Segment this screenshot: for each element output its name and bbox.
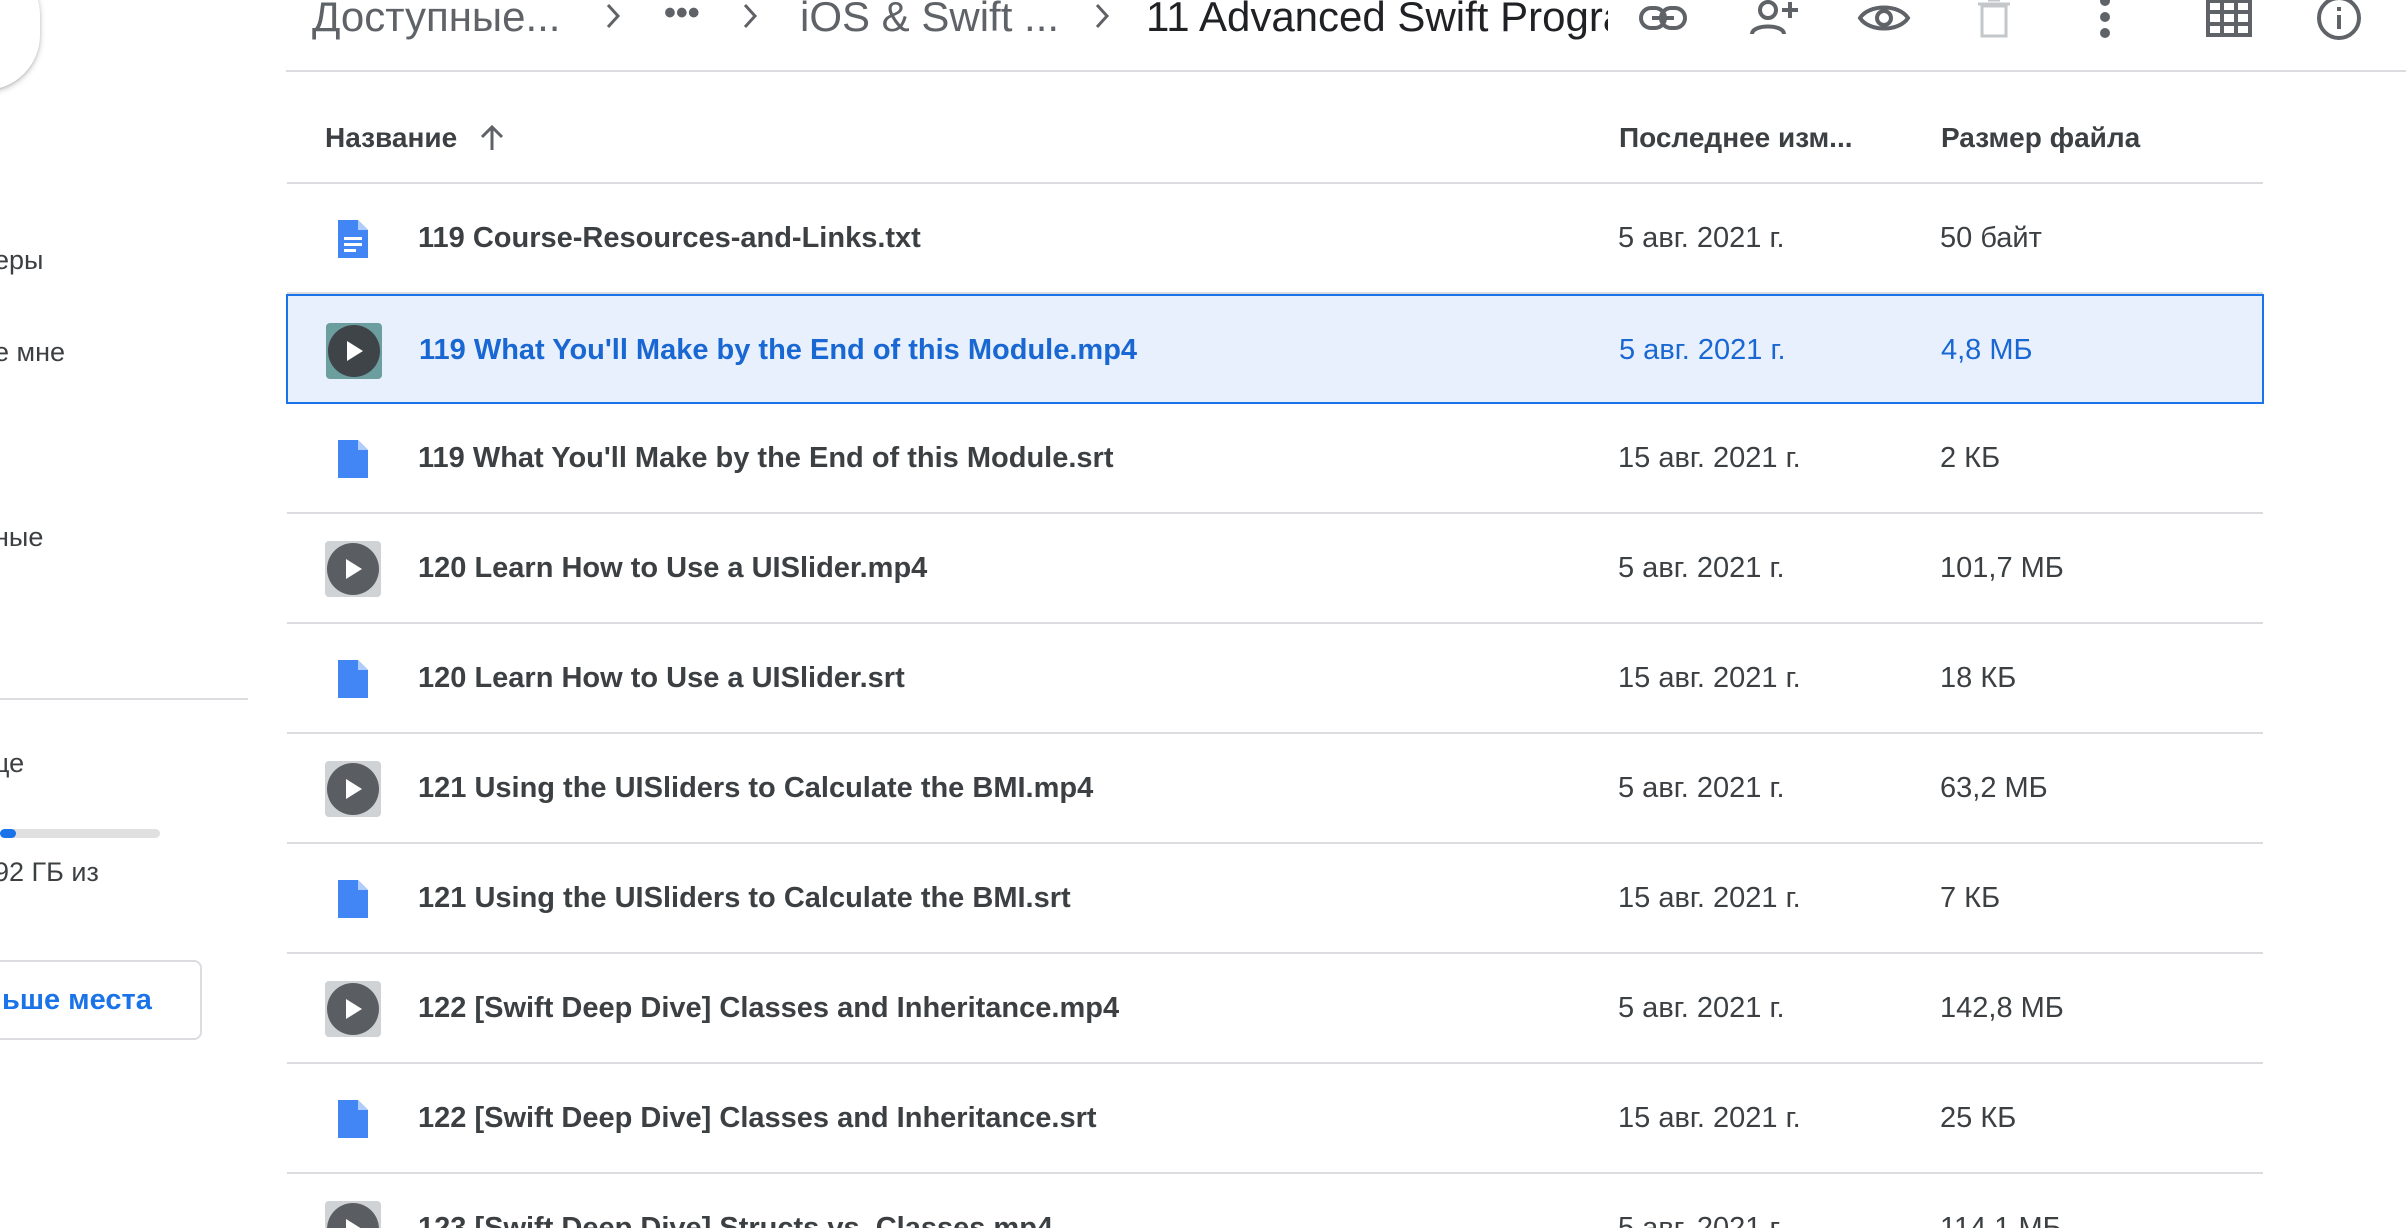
file-icon <box>325 871 381 927</box>
file-modified-date: 15 авг. 2021 г. <box>1618 1102 1801 1134</box>
file-size: 142,8 МБ <box>1940 992 2064 1024</box>
header: Доступные... ••• iOS & Swift ... 11 Adva… <box>286 0 2406 72</box>
column-header-modified[interactable]: Последнее изм... <box>1619 122 1853 154</box>
more-vert-icon[interactable] <box>2077 0 2133 44</box>
storage-progress-bar <box>0 829 160 838</box>
sidebar-item-computers[interactable]: еры <box>0 245 43 276</box>
file-size: 63,2 МБ <box>1940 772 2048 804</box>
file-size: 50 байт <box>1940 222 2042 254</box>
chevron-right-icon <box>598 0 628 36</box>
breadcrumb-parent[interactable]: iOS & Swift ... <box>800 0 1059 44</box>
file-row[interactable]: 122 [Swift Deep Dive] Classes and Inheri… <box>287 1064 2263 1174</box>
breadcrumb-current-folder[interactable]: 11 Advanced Swift Programming <box>1146 0 1608 44</box>
column-header-name-label: Название <box>325 122 458 153</box>
file-row[interactable]: 122 [Swift Deep Dive] Classes and Inheri… <box>287 954 2263 1064</box>
file-name: 122 [Swift Deep Dive] Classes and Inheri… <box>418 992 1120 1024</box>
file-list: Название Последнее изм... Размер файла 1… <box>286 72 2264 1228</box>
file-modified-date: 5 авг. 2021 г. <box>1618 222 1785 254</box>
storage-progress-fill <box>0 829 16 838</box>
file-row[interactable]: 119 What You'll Make by the End of this … <box>287 404 2263 514</box>
file-row[interactable]: 119 Course-Resources-and-Links.txt 5 авг.… <box>287 184 2263 294</box>
file-name: 120 Learn How to Use a UISlider.srt <box>418 662 905 694</box>
storage-usage-text: 92 ГБ из <box>0 857 99 887</box>
file-name: 123 [Swift Deep Dive] Structs vs. Classe… <box>418 1212 1054 1228</box>
file-modified-date: 5 авг. 2021 г. <box>1619 334 1786 366</box>
file-row[interactable]: 123 [Swift Deep Dive] Structs vs. Classe… <box>287 1174 2263 1228</box>
file-size: 114,1 МБ <box>1940 1212 2062 1228</box>
file-row[interactable]: 120 Learn How to Use a UISlider.mp4 5 авг… <box>287 514 2263 624</box>
grid-view-icon[interactable] <box>2201 0 2257 44</box>
sidebar-item-starred[interactable]: ные <box>0 522 43 553</box>
file-name: 119 What You'll Make by the End of this … <box>419 334 1138 366</box>
document-icon <box>325 211 381 267</box>
buy-storage-button[interactable]: ьше места <box>0 960 202 1040</box>
file-size: 2 КБ <box>1940 442 2001 474</box>
file-size: 18 КБ <box>1940 662 2017 694</box>
file-row[interactable]: 121 Using the UISliders to Calculate the… <box>287 844 2263 954</box>
chevron-right-icon <box>1087 0 1117 36</box>
file-name: 119 Course-Resources-and-Links.txt <box>418 222 921 254</box>
chevron-right-icon <box>735 0 765 36</box>
file-row[interactable]: 119 What You'll Make by the End of this … <box>286 294 2264 404</box>
video-thumbnail-icon <box>325 761 381 817</box>
file-rows: 119 Course-Resources-and-Links.txt 5 авг.… <box>286 184 2264 1228</box>
new-button[interactable] <box>0 0 40 90</box>
drive-window: еры е мне ные це 92 ГБ из ьше места Дост… <box>0 0 2406 1228</box>
file-modified-date: 15 авг. 2021 г. <box>1618 882 1801 914</box>
column-header-size[interactable]: Размер файла <box>1941 122 2140 154</box>
trash-icon[interactable] <box>1966 0 2022 44</box>
add-person-icon[interactable] <box>1746 0 1802 44</box>
file-modified-date: 5 авг. 2021 г. <box>1618 552 1785 584</box>
video-thumbnail-icon <box>326 323 382 379</box>
file-modified-date: 5 авг. 2021 г. <box>1618 1212 1785 1228</box>
file-icon <box>325 1091 381 1147</box>
link-icon[interactable] <box>1635 0 1691 44</box>
column-header-row: Название Последнее изм... Размер файла <box>287 72 2263 184</box>
file-name: 120 Learn How to Use a UISlider.mp4 <box>418 552 928 584</box>
file-icon <box>325 651 381 707</box>
sidebar: еры е мне ные це 92 ГБ из ьше места <box>0 0 260 1228</box>
file-row[interactable]: 120 Learn How to Use a UISlider.srt 15 ав… <box>287 624 2263 734</box>
file-modified-date: 15 авг. 2021 г. <box>1618 442 1801 474</box>
file-name: 122 [Swift Deep Dive] Classes and Inheri… <box>418 1102 1097 1134</box>
file-modified-date: 5 авг. 2021 г. <box>1618 992 1785 1024</box>
sidebar-divider <box>0 698 248 700</box>
column-header-name[interactable]: Название <box>325 122 507 154</box>
arrow-up-icon[interactable] <box>477 123 507 153</box>
file-modified-date: 15 авг. 2021 г. <box>1618 662 1801 694</box>
file-name: 121 Using the UISliders to Calculate the… <box>418 772 1094 804</box>
file-name: 119 What You'll Make by the End of this … <box>418 442 1114 474</box>
breadcrumb-more-button[interactable]: ••• <box>664 0 700 40</box>
eye-icon[interactable] <box>1856 0 1912 44</box>
sidebar-item-storage[interactable]: це <box>0 748 24 779</box>
breadcrumb-root[interactable]: Доступные... <box>312 0 560 44</box>
file-size: 7 КБ <box>1940 882 2001 914</box>
file-icon <box>325 431 381 487</box>
video-thumbnail-icon <box>325 541 381 597</box>
file-row[interactable]: 121 Using the UISliders to Calculate the… <box>287 734 2263 844</box>
file-size: 4,8 МБ <box>1941 334 2033 366</box>
file-size: 101,7 МБ <box>1940 552 2064 584</box>
file-size: 25 КБ <box>1940 1102 2017 1134</box>
video-thumbnail-icon <box>325 1201 381 1228</box>
info-icon[interactable] <box>2311 0 2367 44</box>
video-thumbnail-icon <box>325 981 381 1037</box>
file-name: 121 Using the UISliders to Calculate the… <box>418 882 1071 914</box>
sidebar-item-shared-with-me[interactable]: е мне <box>0 337 65 368</box>
file-modified-date: 5 авг. 2021 г. <box>1618 772 1785 804</box>
